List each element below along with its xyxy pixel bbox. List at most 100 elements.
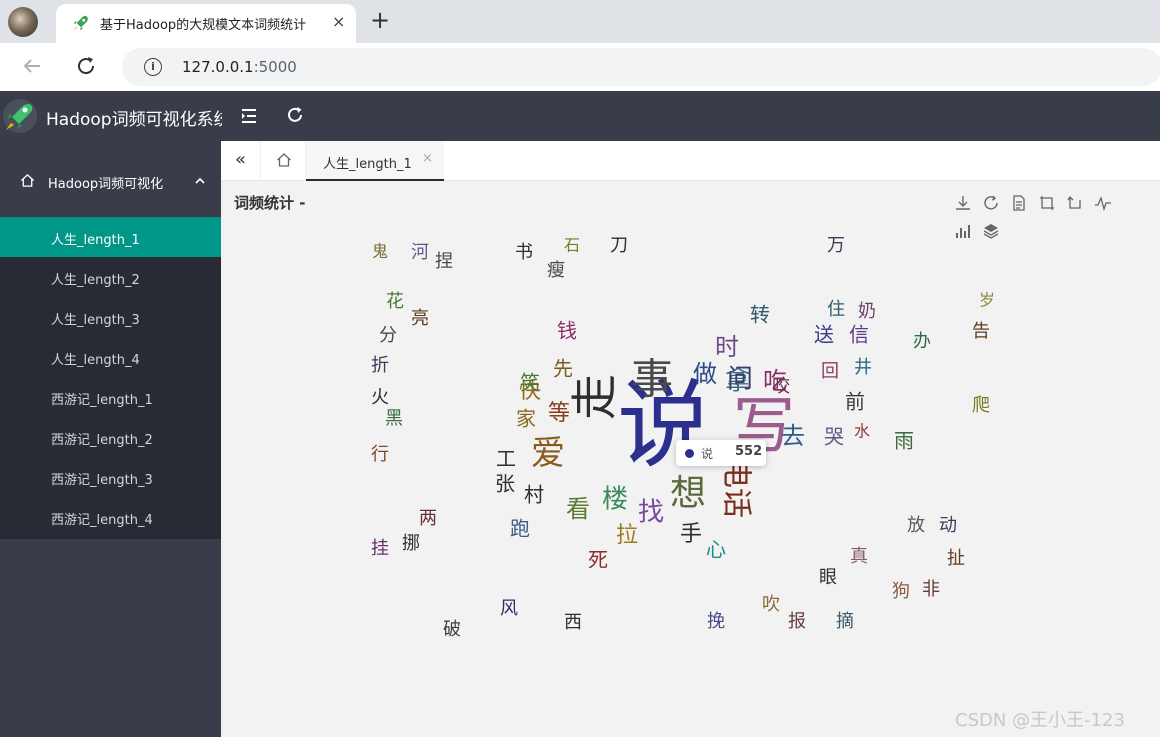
word-cloud-word[interactable]: 爬 — [972, 395, 990, 416]
bar-chart-icon[interactable] — [954, 222, 972, 240]
word-cloud-word[interactable]: 等 — [548, 401, 570, 426]
sidebar-item-renshen-length-4[interactable]: 人生_length_4 — [0, 337, 221, 377]
word-cloud-word[interactable]: 真 — [850, 546, 868, 567]
word-cloud-word[interactable]: 扯 — [947, 548, 965, 569]
word-cloud-word[interactable]: 死 — [588, 548, 608, 572]
word-cloud-word[interactable]: 先 — [553, 357, 573, 381]
word-cloud-word[interactable]: 万 — [827, 235, 845, 256]
word-cloud-word[interactable]: 放 — [907, 515, 925, 536]
word-cloud-word[interactable]: 跑 — [510, 517, 530, 541]
sidebar-item-xiyouji-length-2[interactable]: 西游记_length_2 — [0, 417, 221, 457]
word-cloud-word[interactable]: 狗 — [892, 581, 910, 602]
tabs-scroll-left-button[interactable]: « — [221, 141, 261, 180]
new-tab-button[interactable]: + — [370, 6, 390, 34]
word-cloud-word[interactable]: 破 — [443, 619, 461, 640]
zoom-reset-icon[interactable] — [1066, 194, 1084, 212]
data-view-icon[interactable] — [1010, 194, 1028, 212]
word-cloud-word[interactable]: 岁 — [979, 291, 995, 310]
word-cloud-word[interactable]: 黑 — [385, 408, 403, 429]
word-cloud-word[interactable]: 两 — [419, 508, 437, 529]
sidebar-group-hadoop[interactable]: Hadoop词频可视化 — [0, 141, 221, 217]
word-cloud-word[interactable]: 手 — [680, 522, 702, 547]
word-cloud-word[interactable]: 心 — [706, 538, 726, 562]
word-cloud-word[interactable]: 村 — [524, 483, 544, 507]
word-cloud-word[interactable]: 书 — [515, 242, 533, 263]
profile-avatar[interactable] — [8, 7, 38, 37]
word-cloud-word[interactable]: 电话 — [719, 458, 754, 518]
word-cloud-word[interactable]: 回 — [821, 361, 839, 382]
word-cloud-word[interactable]: 挂 — [371, 538, 389, 559]
word-cloud-word[interactable]: 工 — [496, 447, 516, 471]
word-cloud-word[interactable]: 快 — [519, 379, 541, 404]
download-icon[interactable] — [954, 194, 972, 212]
sidebar-item-xiyouji-length-4[interactable]: 西游记_length_4 — [0, 497, 221, 537]
word-cloud-word[interactable]: 井 — [854, 357, 872, 378]
refresh-icon[interactable] — [286, 106, 304, 124]
word-cloud-word[interactable]: 雨 — [894, 429, 914, 453]
word-cloud-word[interactable]: 咬 — [772, 376, 790, 397]
word-cloud-word[interactable]: 拿 — [725, 367, 751, 397]
word-cloud-word[interactable]: 瘦 — [547, 260, 565, 281]
word-cloud-word[interactable]: 亮 — [411, 308, 429, 329]
word-cloud-word[interactable]: 转 — [750, 303, 770, 327]
word-cloud-word[interactable]: 找 — [638, 498, 664, 528]
word-cloud-word[interactable]: 捏 — [435, 251, 453, 272]
word-cloud-word[interactable]: 拉 — [616, 523, 638, 548]
word-cloud-word[interactable]: 动 — [939, 515, 957, 536]
restore-icon[interactable] — [982, 194, 1000, 212]
sidebar-item-renshen-length-3[interactable]: 人生_length_3 — [0, 297, 221, 337]
word-cloud-word[interactable]: 行 — [371, 444, 389, 465]
word-cloud-word[interactable]: 做 — [693, 360, 717, 388]
word-cloud-word[interactable]: 眼 — [819, 567, 837, 588]
sidebar-item-xiyouji-length-3[interactable]: 西游记_length_3 — [0, 457, 221, 497]
word-cloud-word[interactable]: 非 — [922, 579, 940, 600]
word-cloud-word[interactable]: 摘 — [836, 611, 854, 632]
word-cloud-word[interactable]: 奶 — [858, 301, 876, 322]
word-cloud-word[interactable]: 想 — [670, 473, 706, 514]
word-cloud-word[interactable]: 住 — [827, 299, 845, 320]
word-cloud-word[interactable]: 折 — [371, 355, 389, 376]
browser-tab[interactable]: 基于Hadoop的大规模文本词频统计 × — [56, 4, 356, 43]
word-cloud-word[interactable]: 报 — [788, 611, 806, 632]
word-cloud-word[interactable]: 鬼 — [372, 242, 388, 261]
browser-tab-close-button[interactable]: × — [332, 12, 345, 31]
word-cloud-word[interactable]: 河 — [411, 242, 429, 263]
stack-icon[interactable] — [982, 222, 1000, 240]
word-cloud-word[interactable]: 家 — [516, 407, 536, 431]
word-cloud-word[interactable]: 事 — [631, 355, 673, 404]
zoom-icon[interactable] — [1038, 194, 1056, 212]
word-cloud-word[interactable]: 爱 — [531, 434, 565, 474]
word-cloud-word[interactable]: 风 — [500, 598, 518, 619]
word-cloud-word[interactable]: 告 — [972, 321, 990, 342]
word-cloud-word[interactable]: 挪 — [402, 533, 420, 554]
word-cloud-word[interactable]: 看 — [566, 495, 590, 523]
word-cloud-word[interactable]: 西 — [564, 612, 582, 633]
word-cloud-word[interactable]: 水 — [854, 422, 870, 441]
word-cloud-word[interactable]: 吃 — [763, 367, 787, 395]
word-cloud-word[interactable]: 笑 — [520, 371, 540, 395]
word-cloud-word[interactable]: 信 — [849, 323, 869, 347]
word-cloud-word[interactable]: 送 — [814, 323, 834, 347]
line-chart-icon[interactable] — [1094, 194, 1112, 212]
word-cloud-word[interactable]: 花 — [386, 291, 404, 312]
word-cloud-word[interactable]: 时 — [715, 333, 739, 361]
word-cloud-word[interactable]: 火 — [371, 387, 389, 408]
word-cloud-word[interactable]: 石 — [564, 236, 580, 255]
tab-renshen-length-1[interactable]: 人生_length_1 × — [306, 141, 444, 181]
sidebar-item-renshen-length-2[interactable]: 人生_length_2 — [0, 257, 221, 297]
back-arrow-icon[interactable] — [20, 54, 44, 78]
tabs-home-button[interactable] — [261, 141, 306, 180]
reload-icon[interactable] — [74, 54, 98, 78]
tab-close-button[interactable]: × — [422, 151, 433, 166]
word-cloud-word[interactable]: 去 — [781, 422, 805, 450]
word-cloud-word[interactable]: 问 — [727, 365, 753, 395]
word-cloud-word[interactable]: 楼 — [602, 485, 628, 515]
sidebar-item-renshen-length-1[interactable]: 人生_length_1 — [0, 217, 221, 257]
word-cloud-word[interactable]: 哭 — [824, 425, 844, 449]
sidebar-item-xiyouji-length-1[interactable]: 西游记_length_1 — [0, 377, 221, 417]
word-cloud-word[interactable]: 刀 — [610, 235, 628, 256]
word-cloud-word[interactable]: 分 — [379, 325, 397, 346]
word-cloud-word[interactable]: 前 — [845, 390, 865, 414]
sidebar-toggle-icon[interactable] — [240, 107, 258, 125]
word-cloud-word[interactable]: 挽 — [707, 611, 725, 632]
